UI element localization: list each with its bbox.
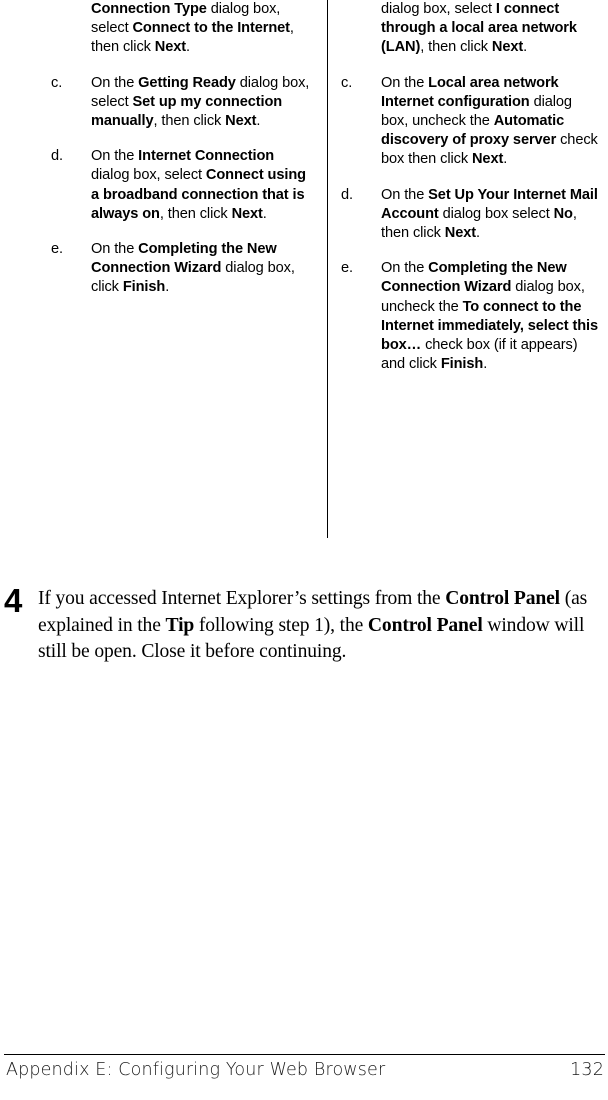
substep-item: c. On the Local area network Internet con… bbox=[330, 74, 602, 170]
emphasis-text: Connection Type bbox=[91, 1, 207, 17]
body-text: . bbox=[256, 113, 261, 130]
body-text: On the bbox=[381, 74, 429, 91]
emphasis-text: Next bbox=[471, 151, 504, 168]
body-text: following step 1), the bbox=[194, 614, 368, 636]
right-column-substeps: dialog box, select I connect through a l… bbox=[330, 0, 602, 374]
body-text: dialog box select bbox=[438, 205, 554, 222]
body-text: On the bbox=[91, 148, 139, 165]
substep-marker: d. bbox=[341, 186, 353, 203]
substep-marker: c. bbox=[341, 74, 353, 91]
emphasis-text: Next bbox=[154, 39, 187, 56]
emphasis-text: Finish bbox=[440, 356, 484, 373]
substep-text: On the Getting Ready dialog box, select … bbox=[91, 74, 312, 132]
body-text: . bbox=[523, 39, 528, 56]
step-number: 4 bbox=[4, 582, 22, 619]
substep-marker: c. bbox=[51, 74, 63, 91]
substep-continuation: Connection Type dialog box, select Conne… bbox=[40, 0, 312, 58]
emphasis-text: Connect to the Internet bbox=[132, 20, 290, 37]
substep-item: e. On the Completing the New Connection W… bbox=[40, 240, 312, 298]
emphasis-text: Next bbox=[231, 205, 263, 222]
substep-item: c. On the Getting Ready dialog box, selec… bbox=[40, 74, 312, 132]
body-text: . bbox=[165, 279, 170, 296]
substep-text: dialog box, select I connect through a l… bbox=[381, 0, 602, 58]
left-column-substeps: Connection Type dialog box, select Conne… bbox=[40, 0, 312, 298]
substep-text: On the Completing the New Connection Wiz… bbox=[91, 240, 312, 298]
substep-item: d. On the Internet Connection dialog box,… bbox=[40, 147, 312, 224]
emphasis-text: Next bbox=[491, 39, 524, 56]
substep-text: On the Completing the New Connection Wiz… bbox=[381, 259, 602, 374]
emphasis-text: Next bbox=[225, 113, 257, 130]
body-text: , then click bbox=[159, 205, 232, 222]
footer-divider-rule bbox=[4, 1054, 605, 1055]
body-text: , then click bbox=[153, 113, 226, 130]
body-text: On the bbox=[381, 260, 429, 277]
two-column-step-region: Connection Type dialog box, select Conne… bbox=[0, 0, 608, 545]
emphasis-text: Tip bbox=[165, 614, 195, 636]
substep-text: On the Set Up Your Internet Mail Account… bbox=[381, 186, 602, 244]
substep-text: Connection Type dialog box, select Conne… bbox=[91, 0, 312, 58]
body-text: . bbox=[262, 205, 267, 222]
substep-marker: e. bbox=[341, 260, 353, 277]
emphasis-text: Next bbox=[444, 225, 477, 242]
body-text: On the bbox=[91, 74, 139, 91]
column-divider bbox=[327, 0, 328, 538]
substep-text: On the Internet Connection dialog box, s… bbox=[91, 147, 312, 224]
body-text: . bbox=[186, 39, 190, 56]
body-text: If you accessed Internet Explorer’s sett… bbox=[38, 588, 446, 609]
substep-text: On the Local area network Internet confi… bbox=[381, 74, 602, 170]
page-footer: Appendix E: Configuring Your Web Browser… bbox=[0, 1054, 608, 1100]
substep-marker: e. bbox=[51, 241, 63, 258]
substep-item: e. On the Completing the New Connection W… bbox=[330, 259, 602, 374]
body-text: dialog box, select bbox=[91, 167, 206, 184]
substep-item: d. On the Set Up Your Internet Mail Accou… bbox=[330, 186, 602, 244]
right-column: dialog box, select I connect through a l… bbox=[330, 0, 602, 390]
body-text: . bbox=[503, 151, 508, 168]
substep-marker: d. bbox=[51, 148, 63, 165]
footer-content: Appendix E: Configuring Your Web Browser… bbox=[6, 1059, 604, 1081]
emphasis-text: Control Panel bbox=[445, 588, 560, 609]
emphasis-text: No bbox=[553, 205, 573, 222]
body-text: On the bbox=[91, 241, 139, 258]
footer-page-number: 132 bbox=[570, 1060, 604, 1080]
body-text: , then click bbox=[420, 39, 492, 56]
step-4-block: 4 If you accessed Internet Explorer’s se… bbox=[0, 582, 600, 666]
step-4-text: If you accessed Internet Explorer’s sett… bbox=[38, 586, 596, 666]
emphasis-text: Finish bbox=[122, 279, 166, 296]
substep-continuation: dialog box, select I connect through a l… bbox=[330, 0, 602, 58]
body-text: . bbox=[476, 225, 480, 242]
emphasis-text: Getting Ready bbox=[138, 74, 236, 91]
body-text: dialog box, select bbox=[381, 1, 496, 17]
body-text: On the bbox=[381, 186, 429, 203]
footer-chapter-title: Appendix E: Configuring Your Web Browser bbox=[6, 1060, 386, 1080]
left-column: Connection Type dialog box, select Conne… bbox=[40, 0, 312, 314]
emphasis-text: Control Panel bbox=[367, 614, 483, 636]
emphasis-text: Internet Connection bbox=[138, 148, 275, 165]
body-text: . bbox=[483, 356, 488, 373]
